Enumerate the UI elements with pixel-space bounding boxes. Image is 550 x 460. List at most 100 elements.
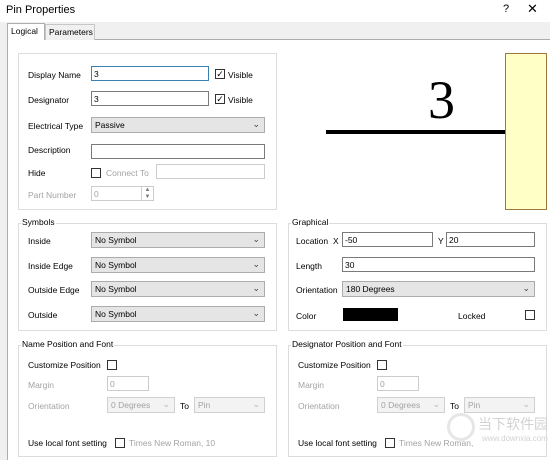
display-name-visible-checkbox[interactable]: ✓ <box>215 69 225 79</box>
color-label: Color <box>296 311 317 321</box>
part-number-spinner[interactable]: ▲ ▼ <box>141 187 153 200</box>
location-x-label: X <box>333 236 339 246</box>
name-local-font-checkbox[interactable] <box>115 438 125 448</box>
designator-input[interactable]: 3 <box>91 91 209 106</box>
electrical-type-value: Passive <box>95 120 125 130</box>
hide-label: Hide <box>28 168 46 178</box>
symbols-group-title: Symbols <box>21 217 56 227</box>
designator-local-font-label: Use local font setting <box>298 438 377 448</box>
name-customize-position-label: Customize Position <box>28 360 101 370</box>
location-label: Location <box>296 236 329 246</box>
watermark-name: 当下软件园 <box>478 416 548 432</box>
outside-select[interactable]: No Symbol ⌄ <box>91 306 265 322</box>
location-y-input[interactable]: 20 <box>446 232 535 247</box>
chevron-down-icon: ⌄ <box>522 399 530 409</box>
designator-to-value: Pin <box>468 400 481 410</box>
inside-edge-select[interactable]: No Symbol ⌄ <box>91 257 265 273</box>
watermark-url: www.downxia.com <box>482 434 548 443</box>
designator-margin-label: Margin <box>298 380 324 390</box>
tab-parameters[interactable]: Parameters <box>45 24 95 40</box>
inside-select[interactable]: No Symbol ⌄ <box>91 232 265 248</box>
name-margin-label: Margin <box>28 380 54 390</box>
name-font-value: Times New Roman, 10 <box>129 438 216 448</box>
location-y-label: Y <box>438 236 444 246</box>
outside-value: No Symbol <box>95 309 137 319</box>
preview-component-body <box>505 53 547 210</box>
name-customize-position-checkbox[interactable] <box>107 360 117 370</box>
name-local-font-label: Use local font setting <box>28 438 107 448</box>
designator-to-select[interactable]: Pin ⌄ <box>464 397 535 413</box>
designator-orientation-value: 0 Degrees <box>381 400 421 410</box>
part-number-label: Part Number <box>28 190 77 200</box>
spin-down-icon[interactable]: ▼ <box>142 194 153 200</box>
connect-to-label: Connect To <box>106 168 149 178</box>
chevron-down-icon: ⌄ <box>252 283 260 293</box>
part-number-input[interactable]: 0 ▲ ▼ <box>91 186 154 201</box>
name-to-label: To <box>180 401 189 411</box>
preview-pin-line <box>326 130 507 134</box>
connect-to-input[interactable] <box>156 164 265 179</box>
help-button[interactable]: ? <box>503 3 509 15</box>
designator-margin-input[interactable]: 0 <box>377 376 419 391</box>
chevron-down-icon: ⌄ <box>252 119 260 129</box>
name-orientation-value: 0 Degrees <box>111 400 151 410</box>
designator-label: Designator <box>28 95 70 105</box>
display-name-visible-label: Visible <box>228 70 253 80</box>
display-name-label: Display Name <box>28 70 81 80</box>
tab-logical[interactable]: Logical <box>7 23 45 40</box>
graphical-group-title: Graphical <box>291 217 330 227</box>
chevron-down-icon: ⌄ <box>252 259 260 269</box>
inside-label: Inside <box>28 236 51 246</box>
locked-label: Locked <box>458 311 486 321</box>
description-input[interactable] <box>91 144 265 159</box>
designator-local-font-checkbox[interactable] <box>385 438 395 448</box>
name-orientation-label: Orientation <box>28 401 70 411</box>
designator-orientation-select[interactable]: 0 Degrees ⌄ <box>377 397 445 413</box>
name-orientation-select[interactable]: 0 Degrees ⌄ <box>107 397 175 413</box>
close-button[interactable]: ✕ <box>527 1 538 17</box>
orientation-label: Orientation <box>296 285 338 295</box>
chevron-down-icon: ⌄ <box>162 399 170 409</box>
designator-position-group-title: Designator Position and Font <box>291 339 403 349</box>
designator-customize-position-checkbox[interactable] <box>377 360 387 370</box>
orientation-select[interactable]: 180 Degrees ⌄ <box>342 281 535 297</box>
hide-checkbox[interactable] <box>91 168 101 178</box>
inside-value: No Symbol <box>95 235 137 245</box>
chevron-down-icon: ⌄ <box>252 234 260 244</box>
inside-edge-label: Inside Edge <box>28 261 73 271</box>
electrical-type-label: Electrical Type <box>28 121 84 131</box>
display-name-input[interactable]: 3 <box>91 66 209 81</box>
orientation-value: 180 Degrees <box>346 284 395 294</box>
designator-customize-position-label: Customize Position <box>298 360 371 370</box>
window-title: Pin Properties <box>6 4 76 16</box>
outside-edge-value: No Symbol <box>95 284 137 294</box>
outside-label: Outside <box>28 310 58 320</box>
part-number-value: 0 <box>94 189 99 199</box>
designator-visible-label: Visible <box>228 95 253 105</box>
preview-pin-number: 3 <box>428 70 455 130</box>
name-margin-input[interactable]: 0 <box>107 376 149 391</box>
name-position-group-title: Name Position and Font <box>21 339 115 349</box>
watermark-logo <box>447 413 475 441</box>
designator-to-label: To <box>450 401 459 411</box>
outside-edge-label: Outside Edge <box>28 285 80 295</box>
title-bar <box>0 0 550 22</box>
chevron-down-icon: ⌄ <box>432 399 440 409</box>
designator-visible-checkbox[interactable]: ✓ <box>215 94 225 104</box>
designator-orientation-label: Orientation <box>298 401 340 411</box>
electrical-type-select[interactable]: Passive ⌄ <box>91 117 265 133</box>
description-label: Description <box>28 145 71 155</box>
chevron-down-icon: ⌄ <box>252 308 260 318</box>
length-input[interactable]: 30 <box>342 257 535 272</box>
spin-up-icon[interactable]: ▲ <box>142 187 153 194</box>
inside-edge-value: No Symbol <box>95 260 137 270</box>
locked-checkbox[interactable] <box>525 310 535 320</box>
name-to-value: Pin <box>198 400 211 410</box>
outside-edge-select[interactable]: No Symbol ⌄ <box>91 281 265 297</box>
chevron-down-icon: ⌄ <box>522 283 530 293</box>
name-to-select[interactable]: Pin ⌄ <box>194 397 265 413</box>
chevron-down-icon: ⌄ <box>252 399 260 409</box>
length-label: Length <box>296 261 322 271</box>
location-x-input[interactable]: -50 <box>342 232 433 247</box>
color-swatch[interactable] <box>343 308 398 321</box>
